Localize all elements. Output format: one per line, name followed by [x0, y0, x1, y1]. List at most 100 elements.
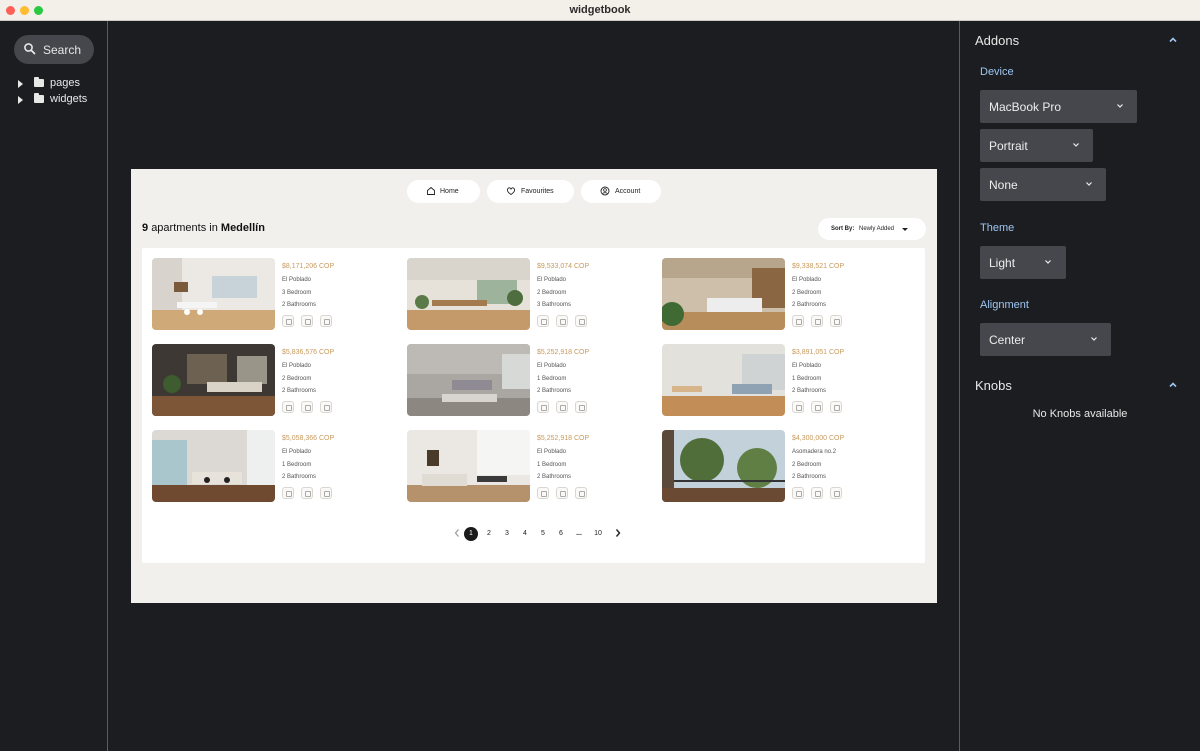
theme-dropdown[interactable]: Light	[980, 246, 1066, 279]
search-label: Search	[43, 43, 82, 57]
nav-favourites-label: Favourites	[521, 188, 554, 195]
chevron-left-icon[interactable]	[453, 528, 461, 538]
shield-icon	[792, 315, 804, 327]
listing-card[interactable]: $5,058,366 COP El Poblado 1 Bedroom 2 Ba…	[152, 430, 392, 504]
shield-icon	[830, 487, 842, 499]
page-1-button[interactable]: 1	[464, 527, 478, 541]
account-icon	[600, 186, 610, 196]
addons-header: Addons	[975, 33, 1020, 48]
listing-bathrooms: 2 Bathrooms	[537, 388, 572, 394]
nav-favourites-button[interactable]: Favourites	[487, 180, 574, 203]
chevron-up-icon[interactable]	[1168, 380, 1178, 390]
heart-icon	[506, 187, 516, 196]
listing-bathrooms: 3 Bathrooms	[537, 302, 572, 308]
expand-arrow-icon[interactable]	[18, 96, 23, 104]
frame-value: None	[989, 178, 1018, 192]
tools-icon	[320, 487, 332, 499]
listing-bathrooms: 2 Bathrooms	[792, 302, 827, 308]
listing-bathrooms: 2 Bathrooms	[282, 302, 317, 308]
page-6-button[interactable]: 6	[554, 527, 568, 541]
page-ellipsis: ...	[576, 530, 582, 537]
building-icon	[556, 401, 568, 413]
chevron-right-icon[interactable]	[614, 528, 622, 538]
tv-icon	[811, 487, 823, 499]
listing-bedrooms: 3 Bedroom	[282, 290, 312, 296]
results-city: Medellín	[220, 222, 265, 234]
chevron-down-icon	[1091, 337, 1097, 341]
page-4-button[interactable]: 4	[518, 527, 532, 541]
sort-value: Newly Added	[859, 226, 895, 232]
listing-card[interactable]: $5,252,918 COP El Poblado 1 Bedroom 2 Ba…	[407, 430, 647, 504]
listing-bedrooms: 1 Bedroom	[537, 376, 567, 382]
gear-icon	[556, 315, 568, 327]
chevron-up-icon[interactable]	[1168, 35, 1178, 45]
listing-bedrooms: 1 Bedroom	[282, 462, 312, 468]
building-icon	[811, 401, 823, 413]
listing-bathrooms: 2 Bathrooms	[282, 388, 317, 394]
apartment-photo	[662, 430, 785, 502]
listing-card[interactable]: $9,533,074 COP El Poblado 2 Bedroom 3 Ba…	[407, 258, 647, 332]
listing-card[interactable]: $5,252,918 COP El Poblado 1 Bedroom 2 Ba…	[407, 344, 647, 418]
listing-bedrooms: 2 Bedroom	[537, 290, 567, 296]
alignment-section-label: Alignment	[980, 299, 1029, 311]
search-icon	[24, 43, 36, 55]
listing-price: $9,533,074 COP	[537, 263, 590, 270]
apartment-photo	[407, 430, 530, 502]
shield-icon	[537, 487, 549, 499]
tv-icon	[320, 315, 332, 327]
listing-price: $9,338,521 COP	[792, 263, 845, 270]
listing-area: Asomadera no.2	[792, 449, 837, 455]
page-2-button[interactable]: 2	[482, 527, 496, 541]
knobs-header: Knobs	[975, 378, 1012, 393]
listing-price: $5,252,918 COP	[537, 349, 590, 356]
orientation-dropdown[interactable]: Portrait	[980, 129, 1093, 162]
results-heading: 9 apartments in Medellín	[142, 222, 265, 234]
page-3-button[interactable]: 3	[500, 527, 514, 541]
page-10-button[interactable]: 10	[591, 527, 605, 541]
tv-icon	[811, 315, 823, 327]
tv-icon	[575, 401, 587, 413]
app-window: widgetbook Search pages widgets Home Fav…	[0, 0, 1200, 751]
listing-card[interactable]: $4,300,000 COP Asomadera no.2 2 Bedroom …	[662, 430, 902, 504]
nav-account-button[interactable]: Account	[581, 180, 661, 203]
window-title: widgetbook	[569, 4, 631, 16]
nav-account-label: Account	[615, 188, 641, 195]
caret-down-icon	[902, 228, 908, 231]
listing-card[interactable]: $5,836,576 COP El Poblado 2 Bedroom 2 Ba…	[152, 344, 392, 418]
sort-dropdown[interactable]: Sort By: Newly Added	[818, 218, 926, 240]
device-dropdown[interactable]: MacBook Pro	[980, 90, 1137, 123]
folder-icon	[34, 77, 44, 87]
shield-icon	[282, 487, 294, 499]
shield-icon	[537, 315, 549, 327]
listing-bedrooms: 2 Bedroom	[792, 290, 822, 296]
listing-bedrooms: 1 Bedroom	[537, 462, 567, 468]
shield-icon	[282, 401, 294, 413]
results-count: 9	[142, 222, 149, 234]
apartment-photo	[662, 258, 785, 330]
listings-card: $8,171,206 COP El Poblado 3 Bedroom 2 Ba…	[142, 248, 925, 563]
listing-card[interactable]: $8,171,206 COP El Poblado 3 Bedroom 2 Ba…	[152, 258, 392, 332]
nav-home-button[interactable]: Home	[407, 180, 480, 203]
listing-card[interactable]: $9,338,521 COP El Poblado 2 Bedroom 2 Ba…	[662, 258, 902, 332]
building-icon	[301, 315, 313, 327]
device-section-label: Device	[980, 66, 1014, 78]
wifi-icon	[830, 315, 842, 327]
tv-icon	[575, 487, 587, 499]
tree-item-label: pages	[50, 77, 80, 89]
apartment-photo	[152, 344, 275, 416]
page-5-button[interactable]: 5	[536, 527, 550, 541]
frame-dropdown[interactable]: None	[980, 168, 1106, 201]
no-knobs-message: No Knobs available	[1032, 408, 1128, 420]
addons-panel: Addons Device MacBook Pro Portrait None …	[959, 21, 1200, 751]
listing-area: El Poblado	[282, 363, 312, 369]
tree-item-label: widgets	[50, 93, 88, 105]
orientation-value: Portrait	[989, 139, 1028, 153]
alignment-dropdown[interactable]: Center	[980, 323, 1111, 356]
listing-bedrooms: 2 Bedroom	[282, 376, 312, 382]
chevron-down-icon	[1045, 260, 1051, 264]
wifi-icon	[830, 401, 842, 413]
listing-card[interactable]: $3,891,051 COP El Poblado 1 Bedroom 2 Ba…	[662, 344, 902, 418]
search-button[interactable]: Search	[14, 35, 94, 64]
expand-arrow-icon[interactable]	[18, 80, 23, 88]
device-preview: Home Favourites Account 9 apartments in …	[131, 169, 937, 603]
